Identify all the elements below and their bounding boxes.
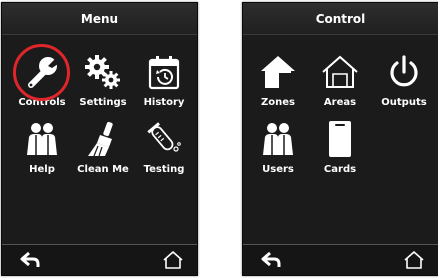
power-icon: [382, 50, 426, 94]
back-arrow-icon: [19, 251, 41, 269]
history-button[interactable]: History: [133, 48, 195, 114]
card-icon: [318, 117, 362, 161]
people-help-icon: [20, 117, 64, 161]
home-outline-icon: [403, 250, 425, 270]
settings-button[interactable]: Settings: [72, 48, 134, 114]
control-title-bar: Control: [243, 3, 438, 35]
cards-button[interactable]: Cards: [309, 115, 371, 181]
testing-label: Testing: [143, 164, 185, 175]
zones-label: Zones: [261, 97, 295, 108]
menu-title: Menu: [80, 11, 119, 26]
back-arrow-icon: [260, 251, 282, 269]
menu-screen: Menu Controls Settings History Help Clea…: [1, 2, 198, 276]
back-button[interactable]: [16, 248, 44, 272]
users-label: Users: [262, 164, 294, 175]
home-button[interactable]: [159, 248, 187, 272]
wrench-icon: [20, 50, 64, 94]
settings-label: Settings: [79, 97, 127, 108]
control-bottom-bar: [243, 244, 438, 275]
control-title: Control: [315, 11, 366, 26]
outputs-label: Outputs: [381, 97, 427, 108]
testing-button[interactable]: Testing: [133, 115, 195, 181]
help-button[interactable]: Help: [11, 115, 73, 181]
help-label: Help: [29, 164, 55, 175]
controls-label: Controls: [18, 97, 66, 108]
controls-button[interactable]: Controls: [11, 48, 73, 114]
zones-button[interactable]: Zones: [247, 48, 309, 114]
calendar-history-icon: [142, 50, 186, 94]
menu-bottom-bar: [2, 244, 197, 275]
gears-icon: [81, 50, 125, 94]
outputs-button[interactable]: Outputs: [373, 48, 435, 114]
test-tube-icon: [142, 117, 186, 161]
users-icon: [256, 117, 300, 161]
brush-icon: [81, 117, 125, 161]
clean-me-button[interactable]: Clean Me: [72, 115, 134, 181]
home-outline-icon: [162, 250, 184, 270]
areas-house-outline-icon: [318, 50, 362, 94]
history-label: History: [143, 97, 185, 108]
back-button[interactable]: [257, 248, 285, 272]
areas-label: Areas: [323, 97, 357, 108]
control-screen: Control Zones Areas Outputs Users Cards: [242, 2, 438, 276]
clean-me-label: Clean Me: [77, 164, 129, 175]
users-button[interactable]: Users: [247, 115, 309, 181]
menu-title-bar: Menu: [2, 3, 197, 35]
areas-button[interactable]: Areas: [309, 48, 371, 114]
cards-label: Cards: [323, 164, 357, 175]
home-button[interactable]: [400, 248, 428, 272]
zones-house-icon: [256, 50, 300, 94]
